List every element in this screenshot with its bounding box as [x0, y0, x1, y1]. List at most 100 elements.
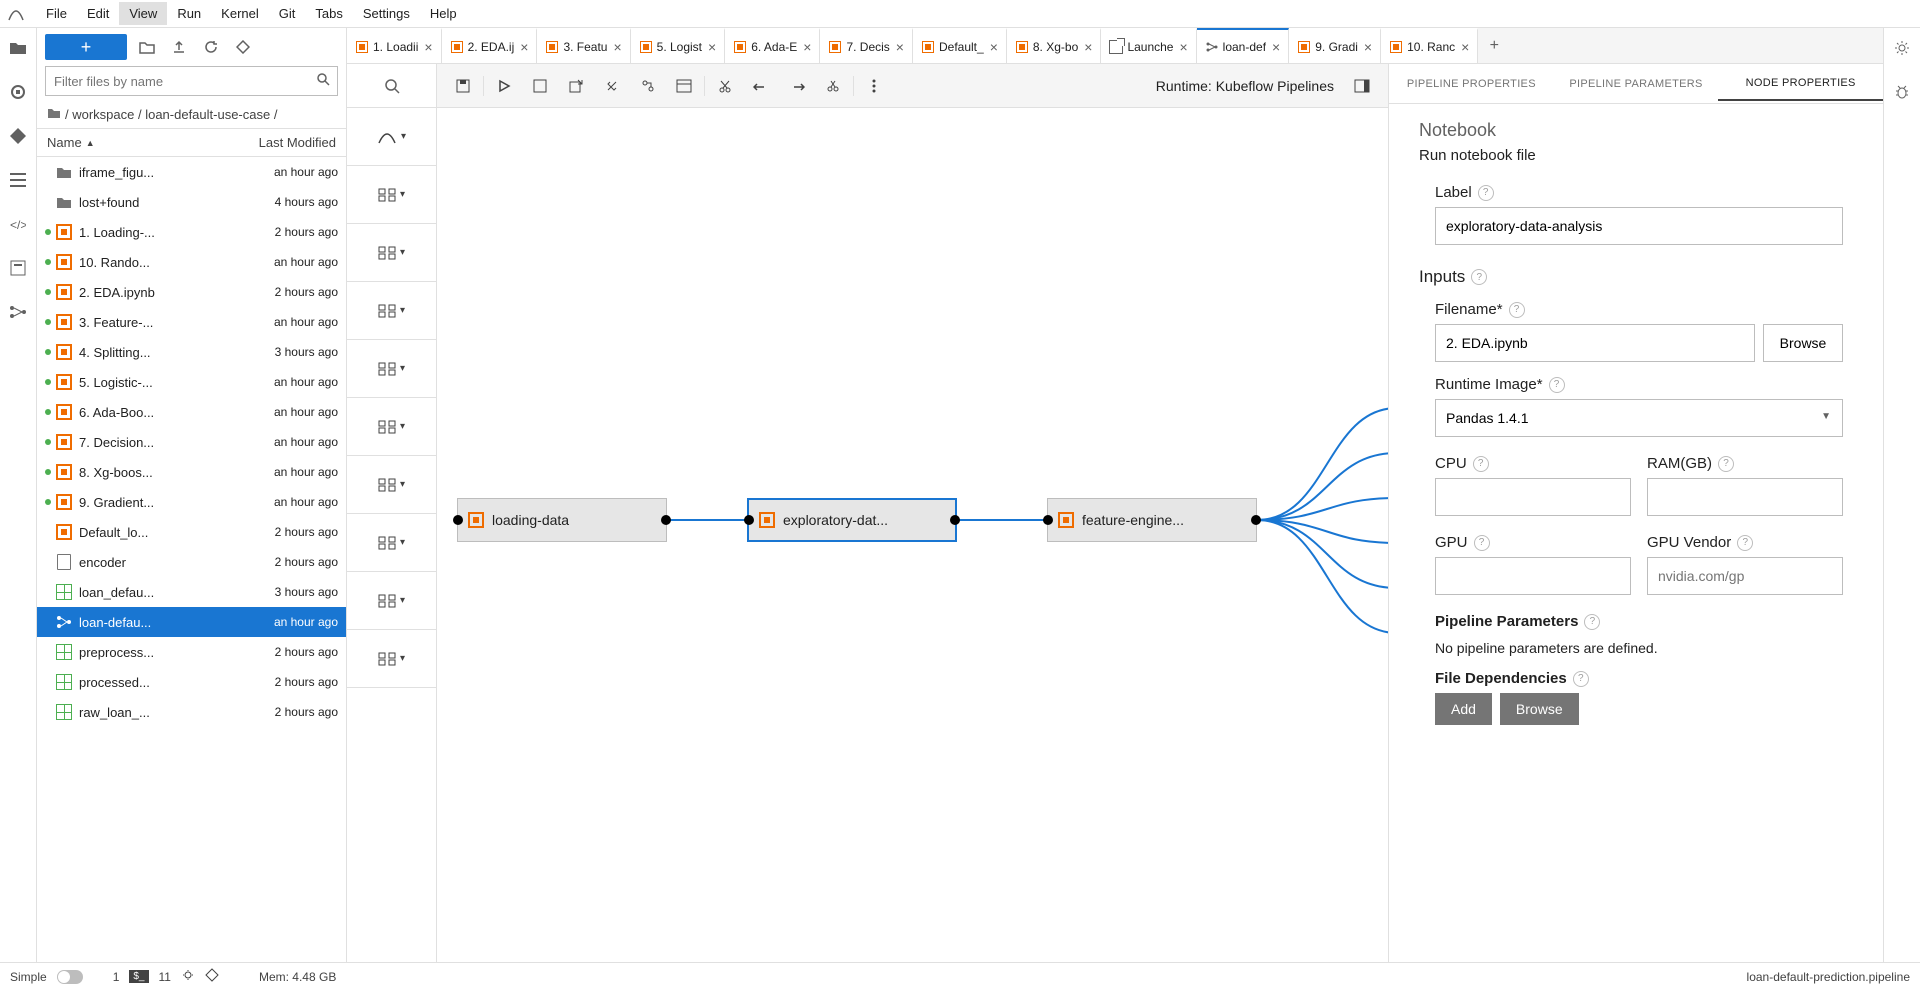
palette-category[interactable]: ▾	[347, 224, 436, 282]
close-icon[interactable]: ×	[1179, 39, 1187, 55]
close-icon[interactable]: ×	[1364, 39, 1372, 55]
palette-category[interactable]: ▾	[347, 514, 436, 572]
help-icon[interactable]: ?	[1584, 614, 1600, 630]
input-port[interactable]	[1043, 515, 1053, 525]
menu-view[interactable]: View	[119, 2, 167, 25]
file-row[interactable]: 1. Loading-...2 hours ago	[37, 217, 346, 247]
breadcrumb[interactable]: / workspace / loan-default-use-case /	[37, 102, 346, 128]
gpu-vendor-input[interactable]	[1647, 557, 1843, 595]
browse-deps-button[interactable]: Browse	[1500, 693, 1579, 725]
tab[interactable]: 6. Ada-E×	[725, 28, 820, 63]
palette-category-elyra[interactable]: ▾	[347, 108, 436, 166]
extensions-icon[interactable]: </>	[8, 214, 28, 234]
tab[interactable]: 9. Gradi×	[1289, 28, 1381, 63]
pipeline-node[interactable]: exploratory-dat...	[747, 498, 957, 542]
file-row[interactable]: 5. Logistic-...an hour ago	[37, 367, 346, 397]
terminals-1[interactable]: 1	[113, 970, 120, 984]
run-icon[interactable]	[486, 71, 522, 101]
runtime-image-select[interactable]: Pandas 1.4.1	[1435, 399, 1843, 437]
cut-icon[interactable]	[707, 71, 743, 101]
help-icon[interactable]: ?	[1473, 456, 1489, 472]
menu-kernel[interactable]: Kernel	[211, 2, 269, 25]
file-row[interactable]: 4. Splitting...3 hours ago	[37, 337, 346, 367]
close-icon[interactable]: ×	[1084, 39, 1092, 55]
close-icon[interactable]: ×	[1272, 39, 1280, 55]
debug-icon[interactable]	[1892, 82, 1912, 102]
close-icon[interactable]: ×	[613, 39, 621, 55]
close-icon[interactable]: ×	[708, 39, 716, 55]
help-icon[interactable]: ?	[1549, 377, 1565, 393]
pipeline-node[interactable]: loading-data	[457, 498, 667, 542]
filter-input[interactable]	[45, 66, 338, 96]
help-icon[interactable]: ?	[1478, 185, 1494, 201]
help-icon[interactable]: ?	[1737, 535, 1753, 551]
close-icon[interactable]: ×	[1461, 39, 1469, 55]
menu-help[interactable]: Help	[420, 2, 467, 25]
save-icon[interactable]	[445, 71, 481, 101]
file-row[interactable]: 3. Feature-...an hour ago	[37, 307, 346, 337]
props-tab[interactable]: PIPELINE PROPERTIES	[1389, 68, 1554, 100]
git-file-icon[interactable]	[231, 35, 255, 59]
pipeline-canvas[interactable]: loading-data exploratory-dat... feature-en…	[437, 108, 1388, 962]
tab[interactable]: Launche×	[1101, 28, 1196, 63]
file-row[interactable]: 10. Rando...an hour ago	[37, 247, 346, 277]
mode-toggle[interactable]	[57, 970, 83, 984]
new-tab-button[interactable]: +	[1478, 28, 1510, 63]
menu-tabs[interactable]: Tabs	[305, 2, 352, 25]
file-row[interactable]: processed...2 hours ago	[37, 667, 346, 697]
menu-settings[interactable]: Settings	[353, 2, 420, 25]
new-folder-icon[interactable]	[135, 35, 159, 59]
catalog-icon[interactable]	[8, 258, 28, 278]
new-launcher-button[interactable]: +	[45, 34, 127, 60]
file-row[interactable]: loan_defau...3 hours ago	[37, 577, 346, 607]
tab[interactable]: 5. Logist×	[631, 28, 726, 63]
pipeline-node[interactable]: feature-engine...	[1047, 498, 1257, 542]
file-row[interactable]: 7. Decision...an hour ago	[37, 427, 346, 457]
tab[interactable]: 3. Featu×	[537, 28, 630, 63]
redo-icon[interactable]	[779, 71, 815, 101]
help-icon[interactable]: ?	[1718, 456, 1734, 472]
help-icon[interactable]: ?	[1471, 269, 1487, 285]
git-status-icon[interactable]	[205, 968, 219, 985]
input-port[interactable]	[453, 515, 463, 525]
close-icon[interactable]: ×	[990, 39, 998, 55]
browse-button[interactable]: Browse	[1763, 324, 1843, 362]
file-row[interactable]: 2. EDA.ipynb2 hours ago	[37, 277, 346, 307]
file-row[interactable]: 6. Ada-Boo...an hour ago	[37, 397, 346, 427]
file-row[interactable]: lost+found4 hours ago	[37, 187, 346, 217]
save-pipeline-icon[interactable]	[522, 71, 558, 101]
refresh-icon[interactable]	[199, 35, 223, 59]
tab[interactable]: Default_×	[913, 28, 1007, 63]
menu-file[interactable]: File	[36, 2, 77, 25]
kernel-status-icon[interactable]	[181, 968, 195, 985]
props-tab[interactable]: NODE PROPERTIES	[1718, 67, 1883, 101]
undo-icon[interactable]	[743, 71, 779, 101]
gear-icon[interactable]	[1892, 38, 1912, 58]
label-input[interactable]	[1435, 207, 1843, 245]
close-icon[interactable]: ×	[424, 39, 432, 55]
palette-category[interactable]: ▾	[347, 572, 436, 630]
panel-icon[interactable]	[666, 71, 702, 101]
col-modified-header[interactable]: Last Modified	[236, 129, 346, 156]
tab[interactable]: 10. Ranc×	[1381, 28, 1478, 63]
folder-icon[interactable]	[8, 38, 28, 58]
tab[interactable]: 8. Xg-bo×	[1007, 28, 1102, 63]
close-icon[interactable]: ×	[803, 39, 811, 55]
palette-category[interactable]: ▾	[347, 398, 436, 456]
git-icon[interactable]	[8, 126, 28, 146]
palette-category[interactable]: ▾	[347, 340, 436, 398]
ram-input[interactable]	[1647, 478, 1843, 516]
file-row[interactable]: raw_loan_...2 hours ago	[37, 697, 346, 727]
file-row[interactable]: encoder2 hours ago	[37, 547, 346, 577]
runtime-icon[interactable]	[630, 71, 666, 101]
toggle-panel-icon[interactable]	[1344, 71, 1380, 101]
clear-icon[interactable]	[594, 71, 630, 101]
palette-category[interactable]: ▾	[347, 282, 436, 340]
tab[interactable]: 2. EDA.ij×	[442, 28, 538, 63]
close-icon[interactable]: ×	[520, 39, 528, 55]
input-port[interactable]	[744, 515, 754, 525]
filename-input[interactable]	[1435, 324, 1755, 362]
props-tab[interactable]: PIPELINE PARAMETERS	[1554, 68, 1719, 100]
file-row[interactable]: iframe_figu...an hour ago	[37, 157, 346, 187]
terminals-2[interactable]: 11	[159, 970, 171, 984]
